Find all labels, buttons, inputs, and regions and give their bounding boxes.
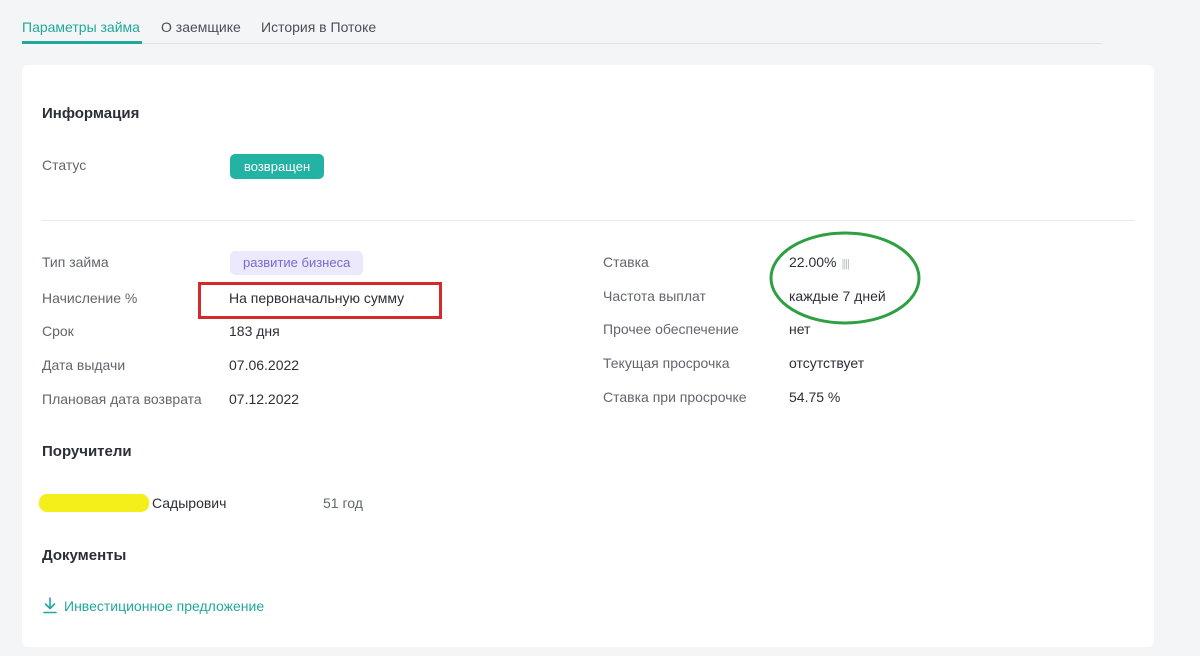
red-annotation-box [198, 282, 442, 319]
current-overdue-label: Текущая просрочка [603, 355, 730, 371]
rate-label: Ставка [603, 254, 649, 270]
guarantors-section-title: Поручители [42, 443, 132, 460]
info-section-title: Информация [42, 105, 140, 122]
active-tab-indicator [22, 41, 142, 44]
loan-type-badge: развитие бизнеса [230, 251, 364, 275]
guarantor-age: 51 год [323, 495, 363, 511]
term-label: Срок [42, 323, 74, 339]
documents-section-title: Документы [42, 547, 127, 564]
term-value: 183 дня [229, 323, 280, 339]
current-overdue-value: отсутствует [789, 355, 865, 371]
other-collateral-label: Прочее обеспечение [603, 321, 739, 337]
interest-accrual-label: Начисление % [42, 290, 138, 306]
investment-offer-link[interactable]: Инвестиционное предложение [42, 597, 264, 617]
planned-return-date-value: 07.12.2022 [229, 391, 300, 407]
payment-frequency-label: Частота выплат [603, 288, 706, 304]
redaction-mark [39, 494, 149, 512]
tab-bar: Параметры займа О заемщике История в Пот… [22, 0, 1102, 44]
issue-date-value: 07.06.2022 [229, 357, 300, 373]
status-badge: возвращен [230, 154, 325, 179]
planned-return-date-label: Плановая дата возврата [42, 391, 202, 407]
tab-potok-history[interactable]: История в Потоке [261, 19, 376, 35]
tab-loan-parameters[interactable]: Параметры займа [22, 19, 140, 35]
overdue-rate-value: 54.75 % [789, 389, 841, 405]
green-annotation-ellipse [769, 231, 921, 325]
loan-type-label: Тип займа [42, 254, 109, 270]
download-icon [42, 597, 58, 617]
issue-date-label: Дата выдачи [42, 357, 126, 373]
loan-details-card: Информация Статус возвращен Тип займа ра… [22, 65, 1154, 647]
investment-offer-label: Инвестиционное предложение [64, 598, 265, 614]
tab-about-borrower[interactable]: О заемщике [161, 19, 241, 35]
guarantor-name: Садырович [152, 495, 227, 511]
section-divider [42, 220, 1134, 221]
overdue-rate-label: Ставка при просрочке [603, 389, 747, 405]
status-label: Статус [42, 157, 87, 173]
